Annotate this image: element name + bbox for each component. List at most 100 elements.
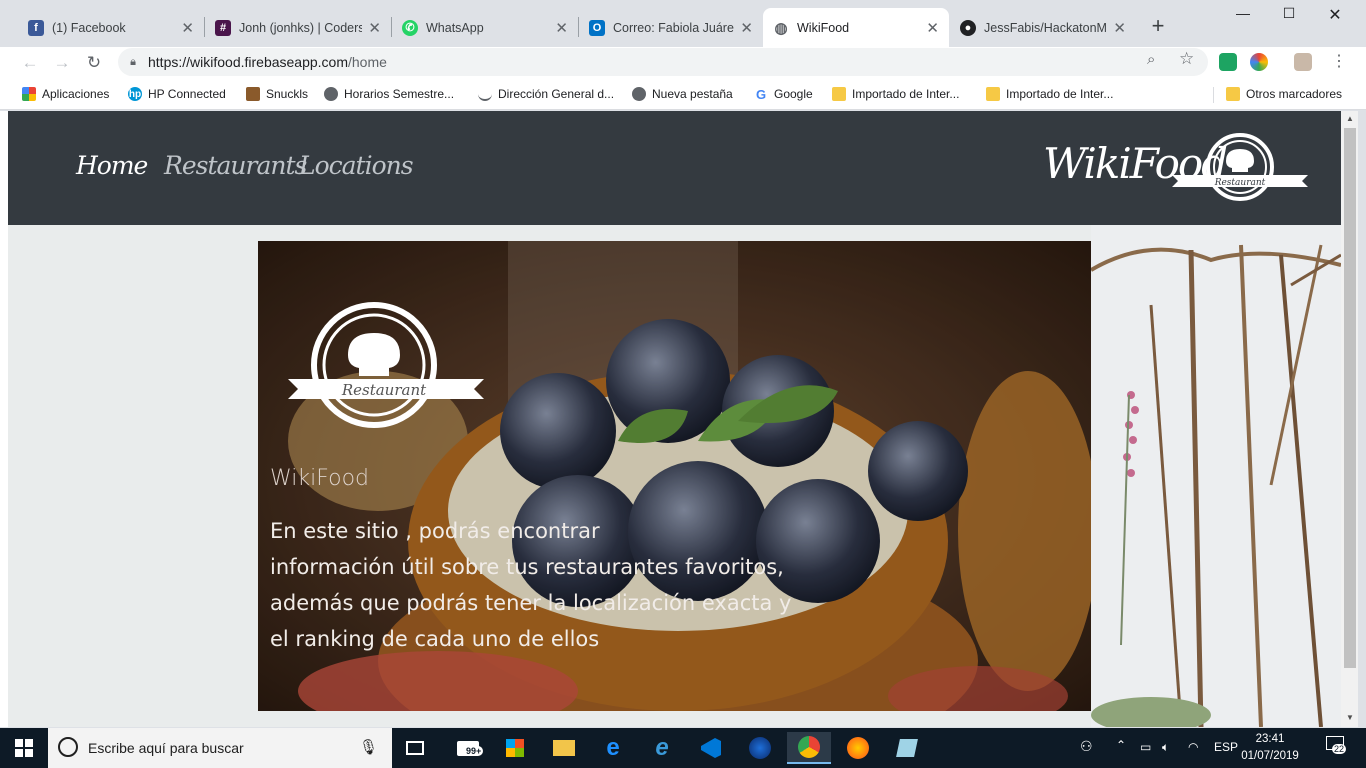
battery-icon[interactable]: ▭ [1140, 740, 1151, 754]
bookmark-horarios[interactable]: Horarios Semestre... [324, 79, 454, 109]
file-explorer-icon[interactable] [542, 732, 586, 764]
hero-line: el ranking de cada uno de ellos [270, 627, 600, 651]
restaurant-logo-icon: Restaurant [1172, 133, 1308, 201]
new-tab-button[interactable]: + [1146, 13, 1170, 39]
chevron-up-icon[interactable]: ⌃ [1116, 738, 1126, 752]
hero-line: información útil sobre tus restaurantes … [270, 555, 784, 579]
bookmark-label: HP Connected [148, 87, 226, 101]
nav-restaurants[interactable]: Restaurants [164, 151, 307, 180]
close-icon[interactable]: ✕ [1113, 19, 1126, 37]
close-icon[interactable]: ✕ [555, 19, 568, 37]
reload-button[interactable]: ↻ [80, 49, 108, 77]
vscode-icon[interactable] [689, 732, 733, 764]
maximize-button[interactable]: ☐ [1266, 5, 1312, 29]
forward-button[interactable]: → [48, 49, 76, 77]
bookmarks-bar: Aplicaciones hp HP Connected Snuckls Hor… [0, 79, 1366, 110]
outlook-icon: O [589, 19, 605, 36]
close-icon[interactable]: ✕ [181, 19, 194, 37]
tab-facebook[interactable]: f (1) Facebook ✕ [18, 8, 204, 47]
zoom-icon[interactable]: ⌕ [1147, 51, 1155, 68]
cortana-icon [58, 737, 78, 757]
tab-wikifood[interactable]: ◍ WikiFood ✕ [763, 8, 949, 47]
bookmark-folder[interactable]: Importado de Inter... [986, 79, 1113, 109]
close-icon[interactable]: ✕ [368, 19, 381, 37]
system-clock[interactable]: 23:41 01/07/2019 [1238, 731, 1302, 765]
scrollbar-thumb[interactable] [1344, 128, 1356, 668]
profile-avatar[interactable] [1294, 53, 1312, 71]
slack-icon: # [215, 19, 231, 36]
folder-icon [1226, 87, 1240, 101]
bookmark-hp[interactable]: hp HP Connected [128, 79, 226, 109]
clock-time: 23:41 [1255, 733, 1285, 745]
hero-line: además que podrás tener la localización … [270, 591, 792, 615]
scroll-up-arrow[interactable]: ▲ [1344, 114, 1356, 123]
tab-title: JessFabis/HackatonMo [984, 20, 1108, 35]
volume-icon[interactable]: 🔈︎ [1162, 740, 1169, 755]
close-window-button[interactable]: ✕ [1312, 5, 1358, 29]
bookmark-label: Horarios Semestre... [344, 87, 455, 101]
globe-icon [324, 87, 338, 101]
scroll-down-arrow[interactable]: ▼ [1344, 713, 1356, 722]
address-bar[interactable]: 🔒︎ https://wikifood.firebaseapp.com/home [118, 48, 1208, 76]
hero-banner: Restaurant WikiFood En este sitio , podr… [258, 241, 1091, 711]
globe-icon: ◍ [773, 19, 789, 37]
back-button[interactable]: ← [16, 49, 44, 77]
folder-icon [832, 87, 846, 101]
action-center-icon[interactable]: 22 [1326, 736, 1347, 754]
close-icon[interactable]: ✕ [740, 19, 753, 37]
notification-badge: 99+ [464, 746, 484, 756]
hero-title: WikiFood [270, 466, 369, 491]
firefox-developer-icon[interactable] [738, 732, 782, 764]
search-placeholder: Escribe aquí para buscar [88, 740, 244, 756]
microphone-icon[interactable]: 🎙︎ [359, 738, 378, 756]
tab-github[interactable]: ● JessFabis/HackatonMo ✕ [950, 8, 1136, 47]
bookmark-google[interactable]: G Google [754, 79, 813, 109]
bookmark-star-icon[interactable]: ☆ [1179, 49, 1194, 69]
tab-whatsapp[interactable]: ✆ WhatsApp ✕ [392, 8, 578, 47]
task-view-icon[interactable] [393, 732, 437, 764]
people-icon[interactable]: ⚇ [1080, 738, 1093, 755]
other-bookmarks[interactable]: Otros marcadores [1226, 79, 1342, 109]
restaurant-logo-icon: Restaurant [288, 302, 484, 428]
windows-logo-icon [15, 739, 33, 757]
clock-date: 01/07/2019 [1241, 750, 1299, 762]
bookmark-label: Importado de Inter... [852, 87, 960, 101]
bookmarks-separator [1213, 87, 1214, 103]
edge-icon[interactable]: e [591, 732, 635, 764]
hp-icon: hp [128, 87, 142, 101]
chrome-icon[interactable] [787, 732, 831, 764]
url-path: /home [348, 54, 387, 70]
close-icon[interactable]: ✕ [926, 19, 939, 37]
app-icon[interactable] [885, 732, 929, 764]
minimize-button[interactable]: — [1220, 5, 1266, 29]
tab-title: Jonh (jonhks) | Coders L [239, 20, 363, 35]
tab-title: WikiFood [797, 20, 850, 35]
bookmark-label: Aplicaciones [42, 87, 110, 101]
github-icon: ● [960, 19, 976, 36]
bookmark-nueva-pestana[interactable]: Nueva pestaña [632, 79, 733, 109]
nav-home[interactable]: Home [76, 151, 148, 180]
tab-slack[interactable]: # Jonh (jonhks) | Coders L ✕ [205, 8, 391, 47]
start-button[interactable] [0, 728, 48, 768]
bookmark-snuckls[interactable]: Snuckls [246, 79, 308, 109]
internet-explorer-icon[interactable]: e [640, 732, 684, 764]
menu-icon[interactable]: ⋮ [1331, 51, 1347, 71]
bookmark-label: Google [774, 87, 813, 101]
hero-line: En este sitio , podrás encontrar [270, 519, 600, 543]
extension-icon[interactable] [1250, 53, 1268, 71]
window-frame-left [0, 111, 8, 727]
firefox-icon[interactable] [836, 732, 880, 764]
bookmark-label: Dirección General d... [498, 87, 615, 101]
mail-app-icon[interactable]: 99+ [446, 732, 490, 764]
bookmark-folder[interactable]: Importado de Inter... [832, 79, 959, 109]
tab-outlook[interactable]: O Correo: Fabiola Juárez J ✕ [579, 8, 763, 47]
bookmark-apps[interactable]: Aplicaciones [22, 79, 109, 109]
shield-extension-icon[interactable] [1219, 53, 1237, 71]
store-icon[interactable] [493, 732, 537, 764]
nav-locations[interactable]: Locations [299, 151, 414, 180]
taskbar-search-box[interactable]: Escribe aquí para buscar 🎙︎ [48, 728, 392, 768]
bookmark-direccion[interactable]: Dirección General d... [478, 79, 614, 109]
decorative-twigs-image [1091, 225, 1341, 727]
wifi-icon[interactable]: ◠ [1188, 740, 1198, 754]
language-indicator[interactable]: ESP [1214, 740, 1238, 754]
